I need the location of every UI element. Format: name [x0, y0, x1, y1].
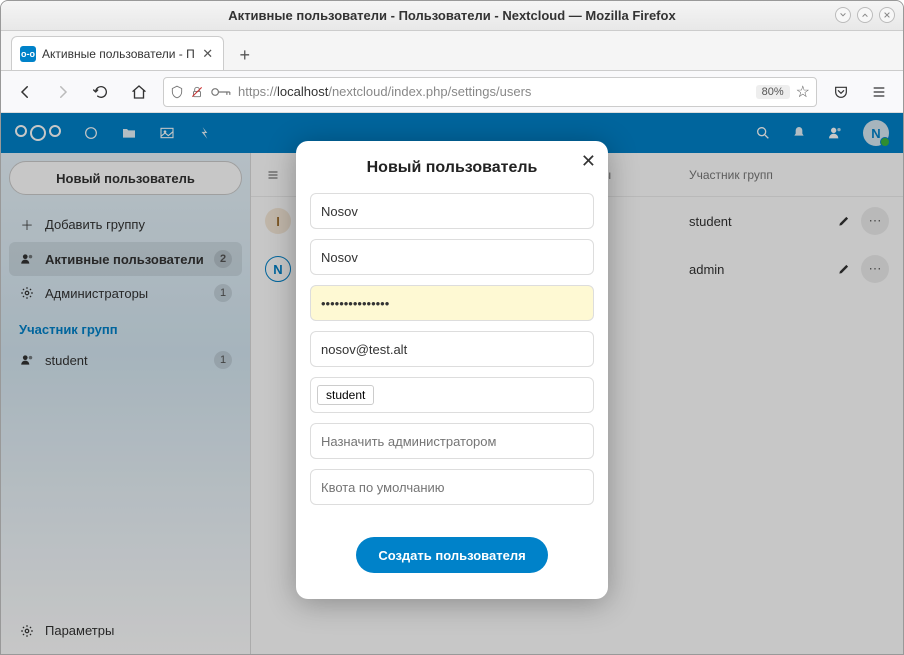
modal-overlay[interactable]: ✕ Новый пользователь student Создать пол…	[1, 113, 903, 654]
quota-input[interactable]	[310, 469, 594, 505]
forward-button	[49, 78, 77, 106]
window-minimize-button[interactable]	[835, 7, 851, 23]
window-close-button[interactable]	[879, 7, 895, 23]
lock-icon[interactable]	[190, 85, 204, 99]
key-icon[interactable]	[210, 86, 232, 98]
email-input[interactable]	[310, 331, 594, 367]
hamburger-menu-icon[interactable]	[865, 78, 893, 106]
url-bar[interactable]: https://localhost/nextcloud/index.php/se…	[163, 77, 817, 107]
pocket-icon[interactable]	[827, 78, 855, 106]
nextcloud-favicon-icon: o-o	[20, 46, 36, 62]
create-user-button[interactable]: Создать пользователя	[356, 537, 547, 573]
window-title: Активные пользователи - Пользователи - N…	[228, 8, 675, 23]
zoom-badge[interactable]: 80%	[756, 85, 790, 99]
modal-close-icon[interactable]: ✕	[581, 151, 596, 172]
url-text: https://localhost/nextcloud/index.php/se…	[238, 84, 750, 99]
bookmark-star-icon[interactable]: ☆	[796, 82, 810, 102]
window-titlebar: Активные пользователи - Пользователи - N…	[1, 1, 903, 31]
displayname-input[interactable]	[310, 239, 594, 275]
window-maximize-button[interactable]	[857, 7, 873, 23]
browser-navbar: https://localhost/nextcloud/index.php/se…	[1, 71, 903, 113]
modal-title: Новый пользователь	[310, 159, 594, 177]
browser-tabbar: o-o Активные пользователи - П ✕ +	[1, 31, 903, 71]
admin-input[interactable]	[310, 423, 594, 459]
back-button[interactable]	[11, 78, 39, 106]
reload-button[interactable]	[87, 78, 115, 106]
password-input[interactable]	[310, 285, 594, 321]
tab-label: Активные пользователи - П	[42, 47, 195, 61]
browser-tab[interactable]: o-o Активные пользователи - П ✕	[11, 36, 224, 70]
tab-close-icon[interactable]: ✕	[201, 47, 215, 61]
group-tag[interactable]: student	[317, 385, 374, 405]
username-input[interactable]	[310, 193, 594, 229]
new-tab-button[interactable]: +	[230, 40, 260, 70]
shield-icon[interactable]	[170, 85, 184, 99]
new-user-modal: ✕ Новый пользователь student Создать пол…	[296, 141, 608, 599]
home-button[interactable]	[125, 78, 153, 106]
groups-input[interactable]: student	[310, 377, 594, 413]
